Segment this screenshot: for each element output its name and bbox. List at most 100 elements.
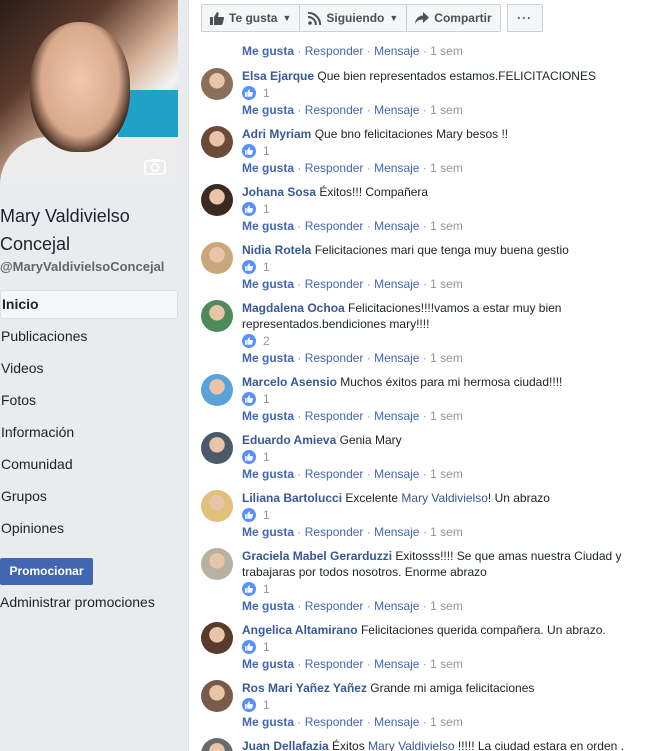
avatar[interactable] — [201, 184, 233, 216]
comment-like-link[interactable]: Me gusta — [242, 715, 294, 729]
comment-message-link[interactable]: Mensaje — [374, 715, 419, 729]
comment-mention-link[interactable]: Mary Valdivielso — [368, 739, 454, 751]
comment-reply-link[interactable]: Responder — [305, 161, 364, 175]
comment-author[interactable]: Ros Mari Yañez Yañez — [242, 681, 367, 695]
comment-like-link[interactable]: Me gusta — [242, 44, 294, 58]
avatar[interactable] — [201, 126, 233, 158]
comment-message-link[interactable]: Mensaje — [374, 525, 419, 539]
comment-reactions[interactable]: 1 — [242, 142, 632, 159]
nav-item-inicio[interactable]: Inicio — [0, 290, 178, 319]
comment-message-link[interactable]: Mensaje — [374, 219, 419, 233]
avatar[interactable] — [201, 432, 233, 464]
comment-reactions[interactable]: 1 — [242, 448, 632, 465]
comment-time[interactable]: 1 sem — [430, 161, 463, 175]
nav-item-videos[interactable]: Videos — [0, 354, 178, 386]
avatar[interactable] — [201, 374, 233, 406]
comment-reply-link[interactable]: Responder — [305, 599, 364, 613]
comment-author[interactable]: Marcelo Asensio — [242, 375, 337, 389]
page-name-line1[interactable]: Mary Valdivielso — [0, 202, 186, 230]
comment-author[interactable]: Graciela Mabel Gerarduzzi — [242, 549, 392, 563]
comment-time[interactable]: 1 sem — [430, 715, 463, 729]
nav-item-informacion[interactable]: Información — [0, 418, 178, 450]
comment-time[interactable]: 1 sem — [430, 277, 463, 291]
comment-like-link[interactable]: Me gusta — [242, 219, 294, 233]
comment-like-link[interactable]: Me gusta — [242, 599, 294, 613]
comment-message-link[interactable]: Mensaje — [374, 44, 419, 58]
comment-reactions[interactable]: 1 — [242, 696, 632, 713]
comment-like-link[interactable]: Me gusta — [242, 161, 294, 175]
comment-author[interactable]: Johana Sosa — [242, 185, 316, 199]
comment-author[interactable]: Adri Myriam — [242, 127, 311, 141]
comment-like-link[interactable]: Me gusta — [242, 657, 294, 671]
comment-time[interactable]: 1 sem — [430, 657, 463, 671]
nav-item-grupos[interactable]: Grupos — [0, 482, 178, 514]
comment-reply-link[interactable]: Responder — [305, 467, 364, 481]
comment-time[interactable]: 1 sem — [430, 103, 463, 117]
page-title[interactable]: Mary Valdivielso Concejal — [0, 202, 186, 258]
comment-reactions[interactable]: 2 — [242, 332, 632, 349]
comment-reactions[interactable]: 1 — [242, 580, 632, 597]
comment-author[interactable]: Liliana Bartolucci — [242, 491, 342, 505]
comment-author[interactable]: Eduardo Amieva — [242, 433, 336, 447]
comment-mention-link[interactable]: Mary Valdivielso — [401, 491, 487, 505]
comment-message-link[interactable]: Mensaje — [374, 277, 419, 291]
more-options-button[interactable]: ··· — [506, 4, 543, 32]
avatar[interactable] — [201, 548, 233, 580]
avatar[interactable] — [201, 242, 233, 274]
nav-item-publicaciones[interactable]: Publicaciones — [0, 322, 178, 354]
comment-message-link[interactable]: Mensaje — [374, 351, 419, 365]
comment-author[interactable]: Nidia Rotela — [242, 243, 311, 257]
profile-picture[interactable] — [0, 0, 178, 185]
share-button[interactable]: Compartir — [406, 4, 501, 32]
comment-author[interactable]: Elsa Ejarque — [242, 69, 314, 83]
comment-reactions[interactable]: 1 — [242, 200, 632, 217]
comment-reply-link[interactable]: Responder — [305, 219, 364, 233]
comment-time[interactable]: 1 sem — [430, 44, 463, 58]
comment-reactions[interactable]: 1 — [242, 638, 632, 655]
comment-message-link[interactable]: Mensaje — [374, 467, 419, 481]
comment-reply-link[interactable]: Responder — [305, 409, 364, 423]
comment-reply-link[interactable]: Responder — [305, 44, 364, 58]
manage-promotions-link[interactable]: Administrar promociones — [0, 594, 155, 610]
comment-like-link[interactable]: Me gusta — [242, 277, 294, 291]
comment-like-link[interactable]: Me gusta — [242, 467, 294, 481]
avatar[interactable] — [201, 680, 233, 712]
comment-like-link[interactable]: Me gusta — [242, 409, 294, 423]
comment-author[interactable]: Magdalena Ochoa — [242, 301, 345, 315]
comment-time[interactable]: 1 sem — [430, 409, 463, 423]
comment-time[interactable]: 1 sem — [430, 599, 463, 613]
comment-time[interactable]: 1 sem — [430, 467, 463, 481]
comment-reactions[interactable]: 1 — [242, 84, 632, 101]
comment-message-link[interactable]: Mensaje — [374, 103, 419, 117]
comment-author[interactable]: Angelica Altamirano — [242, 623, 358, 637]
comment-like-link[interactable]: Me gusta — [242, 525, 294, 539]
like-page-button[interactable]: Te gusta ▼ — [201, 4, 300, 32]
comment-reply-link[interactable]: Responder — [305, 525, 364, 539]
comment-reactions[interactable]: 1 — [242, 390, 632, 407]
camera-icon[interactable] — [144, 158, 166, 175]
comment-reply-link[interactable]: Responder — [305, 277, 364, 291]
comment-like-link[interactable]: Me gusta — [242, 103, 294, 117]
comment-time[interactable]: 1 sem — [430, 525, 463, 539]
comment-message-link[interactable]: Mensaje — [374, 409, 419, 423]
nav-item-fotos[interactable]: Fotos — [0, 386, 178, 418]
comment-reply-link[interactable]: Responder — [305, 715, 364, 729]
comment-time[interactable]: 1 sem — [430, 219, 463, 233]
nav-item-comunidad[interactable]: Comunidad — [0, 450, 178, 482]
comment-reactions[interactable]: 1 — [242, 258, 632, 275]
avatar[interactable] — [201, 68, 233, 100]
promote-button[interactable]: Promocionar — [0, 558, 93, 585]
avatar[interactable] — [201, 622, 233, 654]
page-name-line2[interactable]: Concejal — [0, 230, 186, 258]
nav-item-opiniones[interactable]: Opiniones — [0, 514, 178, 546]
page-handle[interactable]: @MaryValdivielsoConcejal — [0, 259, 164, 274]
avatar[interactable] — [201, 738, 233, 751]
comment-message-link[interactable]: Mensaje — [374, 657, 419, 671]
comment-time[interactable]: 1 sem — [430, 351, 463, 365]
following-button[interactable]: Siguiendo ▼ — [299, 4, 407, 32]
comment-reactions[interactable]: 1 — [242, 506, 632, 523]
comment-reply-link[interactable]: Responder — [305, 351, 364, 365]
comment-reply-link[interactable]: Responder — [305, 103, 364, 117]
comment-reply-link[interactable]: Responder — [305, 657, 364, 671]
avatar[interactable] — [201, 490, 233, 522]
